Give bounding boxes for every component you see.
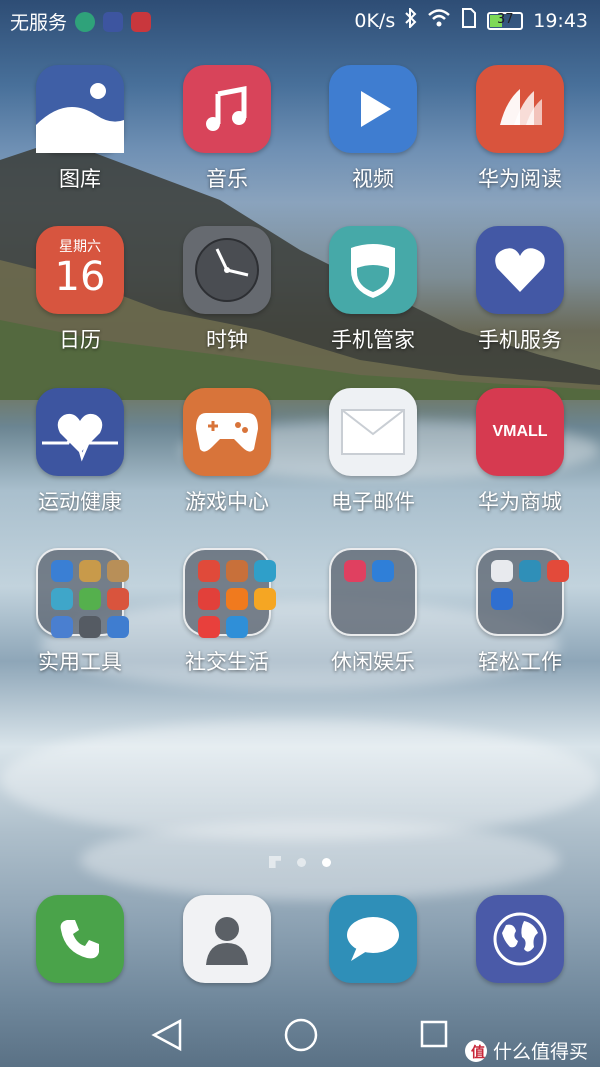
app-phone-services[interactable]: 手机服务 [450, 226, 590, 354]
home-grid-icon[interactable] [269, 856, 281, 868]
folder-social-life[interactable]: 社交生活 [157, 548, 297, 676]
bluetooth-icon [405, 6, 417, 33]
app-gallery[interactable]: 图库 [10, 65, 150, 193]
network-speed: 0K/s [354, 9, 396, 32]
heart-pulse-icon [36, 388, 124, 476]
app-label: 运动健康 [38, 490, 122, 514]
clock-time: 19:43 [533, 9, 588, 32]
folder-entertainment[interactable]: 休闲娱乐 [303, 548, 443, 676]
app-label: 视频 [352, 167, 394, 191]
phone-icon [36, 895, 124, 983]
clock-icon [183, 226, 271, 314]
messages-icon [329, 895, 417, 983]
dock-contacts[interactable] [157, 895, 297, 983]
app-label: 图库 [59, 167, 101, 191]
home-button[interactable] [283, 1017, 319, 1057]
dock-messages[interactable] [303, 895, 443, 983]
app-label: 轻松工作 [478, 650, 562, 674]
app-label: 手机管家 [331, 328, 415, 352]
status-bar: 无服务 0K/s 37 19:43 [0, 0, 600, 40]
app-label: 社交生活 [185, 650, 269, 674]
music-icon [183, 65, 271, 153]
video-play-icon [329, 65, 417, 153]
folder-icon [36, 548, 129, 638]
recents-button[interactable] [419, 1019, 449, 1053]
sim-icon [461, 8, 477, 33]
app-sports-health[interactable]: 运动健康 [10, 388, 150, 516]
folder-icon [183, 548, 276, 638]
app-label: 休闲娱乐 [331, 650, 415, 674]
app-music[interactable]: 音乐 [157, 65, 297, 193]
page-dot[interactable] [297, 857, 306, 867]
shield-icon [329, 226, 417, 314]
watermark-logo-icon: 值 [464, 1039, 487, 1062]
app-phone-manager[interactable]: 手机管家 [303, 226, 443, 354]
app-label: 日历 [59, 328, 101, 352]
app-label: 华为商城 [478, 490, 562, 514]
app-game-center[interactable]: 游戏中心 [157, 388, 297, 516]
app-label: 手机服务 [478, 328, 562, 352]
watermark: 值 什么值得买 [464, 1037, 588, 1064]
app-email[interactable]: 电子邮件 [303, 388, 443, 516]
vmall-icon: VMALL [476, 388, 564, 476]
app-calendar[interactable]: 星期六 16 日历 [10, 226, 150, 354]
app-label: 游戏中心 [185, 490, 269, 514]
dock-browser[interactable] [450, 895, 590, 983]
back-button[interactable] [150, 1017, 184, 1057]
watermark-text: 什么值得买 [492, 1041, 588, 1063]
battery-icon: 37 [487, 11, 524, 30]
envelope-icon [329, 388, 417, 476]
battery-level: 37 [496, 11, 514, 27]
folder-icon [476, 548, 569, 636]
app-clock[interactable]: 时钟 [157, 226, 297, 354]
dock-phone[interactable] [10, 895, 150, 983]
app-label: 时钟 [206, 328, 248, 352]
huawei-notification-icon [131, 11, 152, 32]
gamepad-icon [183, 388, 271, 476]
folder-icon [329, 548, 417, 636]
gallery-icon [36, 65, 124, 153]
page-indicator[interactable] [0, 856, 600, 868]
carrier-text: 无服务 [10, 12, 68, 34]
vmall-logo-text: VMALL [492, 423, 548, 440]
calendar-weekday: 星期六 [59, 239, 101, 255]
book-icon [476, 65, 564, 153]
heart-icon [476, 226, 564, 314]
app-huawei-reading[interactable]: 华为阅读 [450, 65, 590, 193]
app-vmall[interactable]: VMALL 华为商城 [450, 388, 590, 516]
folder-utilities[interactable]: 实用工具 [10, 548, 150, 676]
app-video[interactable]: 视频 [303, 65, 443, 193]
app-label: 电子邮件 [331, 490, 415, 514]
browser-globe-icon [476, 895, 564, 983]
calendar-icon: 星期六 16 [36, 226, 124, 314]
app-label: 音乐 [206, 167, 248, 191]
health-notification-icon [103, 11, 124, 32]
calendar-date: 16 [54, 254, 106, 300]
page-dot-active[interactable] [322, 857, 331, 867]
folder-easy-work[interactable]: 轻松工作 [450, 548, 590, 676]
app-label: 华为阅读 [478, 167, 562, 191]
wifi-icon [427, 8, 451, 33]
app-label: 实用工具 [38, 650, 122, 674]
contacts-icon [183, 895, 271, 983]
globe-notification-icon [75, 11, 96, 32]
